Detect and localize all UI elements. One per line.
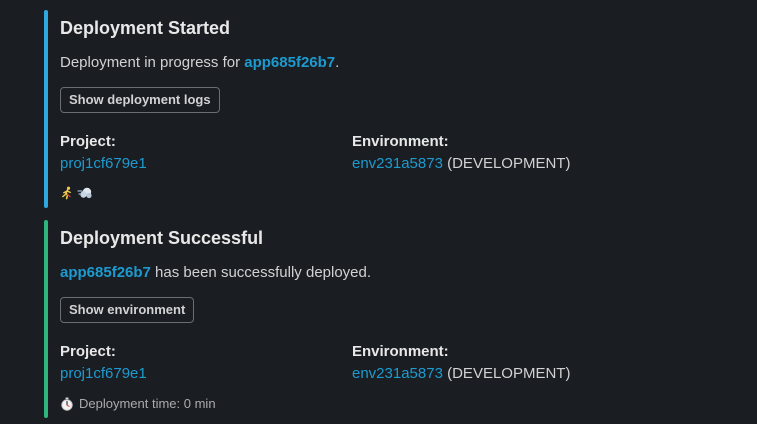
- environment-kind: (DEVELOPMENT): [442, 155, 571, 172]
- project-link[interactable]: proj1cf679e1: [60, 365, 147, 382]
- message-footer: [60, 186, 93, 200]
- environment-kind: (DEVELOPMENT): [442, 365, 571, 382]
- runner-icon: [60, 186, 74, 200]
- deployment-started-message: Deployment Started Deployment in progres…: [44, 10, 744, 208]
- message-title: Deployment Started: [60, 18, 231, 38]
- project-field: Project: proj1cf679e1: [60, 133, 147, 172]
- show-environment-button[interactable]: Show environment: [60, 297, 195, 323]
- attachment-color-bar: [44, 220, 48, 418]
- app-link[interactable]: app685f26b7: [60, 264, 151, 281]
- description-suffix: has been successfully deployed.: [150, 264, 372, 281]
- environment-value: env231a5873 (DEVELOPMENT): [352, 365, 570, 382]
- app-link[interactable]: app685f26b7: [244, 54, 335, 71]
- environment-field: Environment: env231a5873 (DEVELOPMENT): [352, 133, 570, 172]
- environment-link[interactable]: env231a5873: [352, 155, 443, 172]
- show-deployment-logs-button[interactable]: Show deployment logs: [60, 87, 220, 113]
- environment-label: Environment:: [352, 133, 449, 150]
- environment-value: env231a5873 (DEVELOPMENT): [352, 155, 570, 172]
- message-title: Deployment Successful: [60, 228, 264, 248]
- description-suffix: .: [335, 54, 340, 71]
- project-field: Project: proj1cf679e1: [60, 343, 147, 382]
- stopwatch-icon: [60, 397, 74, 411]
- message-description: Deployment in progress for app685f26b7.: [60, 54, 339, 71]
- description-prefix: Deployment in progress for: [60, 54, 245, 71]
- project-label: Project:: [60, 343, 116, 360]
- environment-field: Environment: env231a5873 (DEVELOPMENT): [352, 343, 570, 382]
- deployment-successful-message: Deployment Successful app685f26b7 has be…: [44, 220, 744, 418]
- environment-label: Environment:: [352, 343, 449, 360]
- deployment-time-text: Deployment time: 0 min: [79, 396, 216, 411]
- project-link[interactable]: proj1cf679e1: [60, 155, 147, 172]
- message-footer: Deployment time: 0 min: [60, 396, 216, 411]
- environment-link[interactable]: env231a5873: [352, 365, 443, 382]
- message-description: app685f26b7 has been successfully deploy…: [60, 264, 371, 281]
- attachment-color-bar: [44, 10, 48, 208]
- project-label: Project:: [60, 133, 116, 150]
- dash-icon: [77, 186, 93, 200]
